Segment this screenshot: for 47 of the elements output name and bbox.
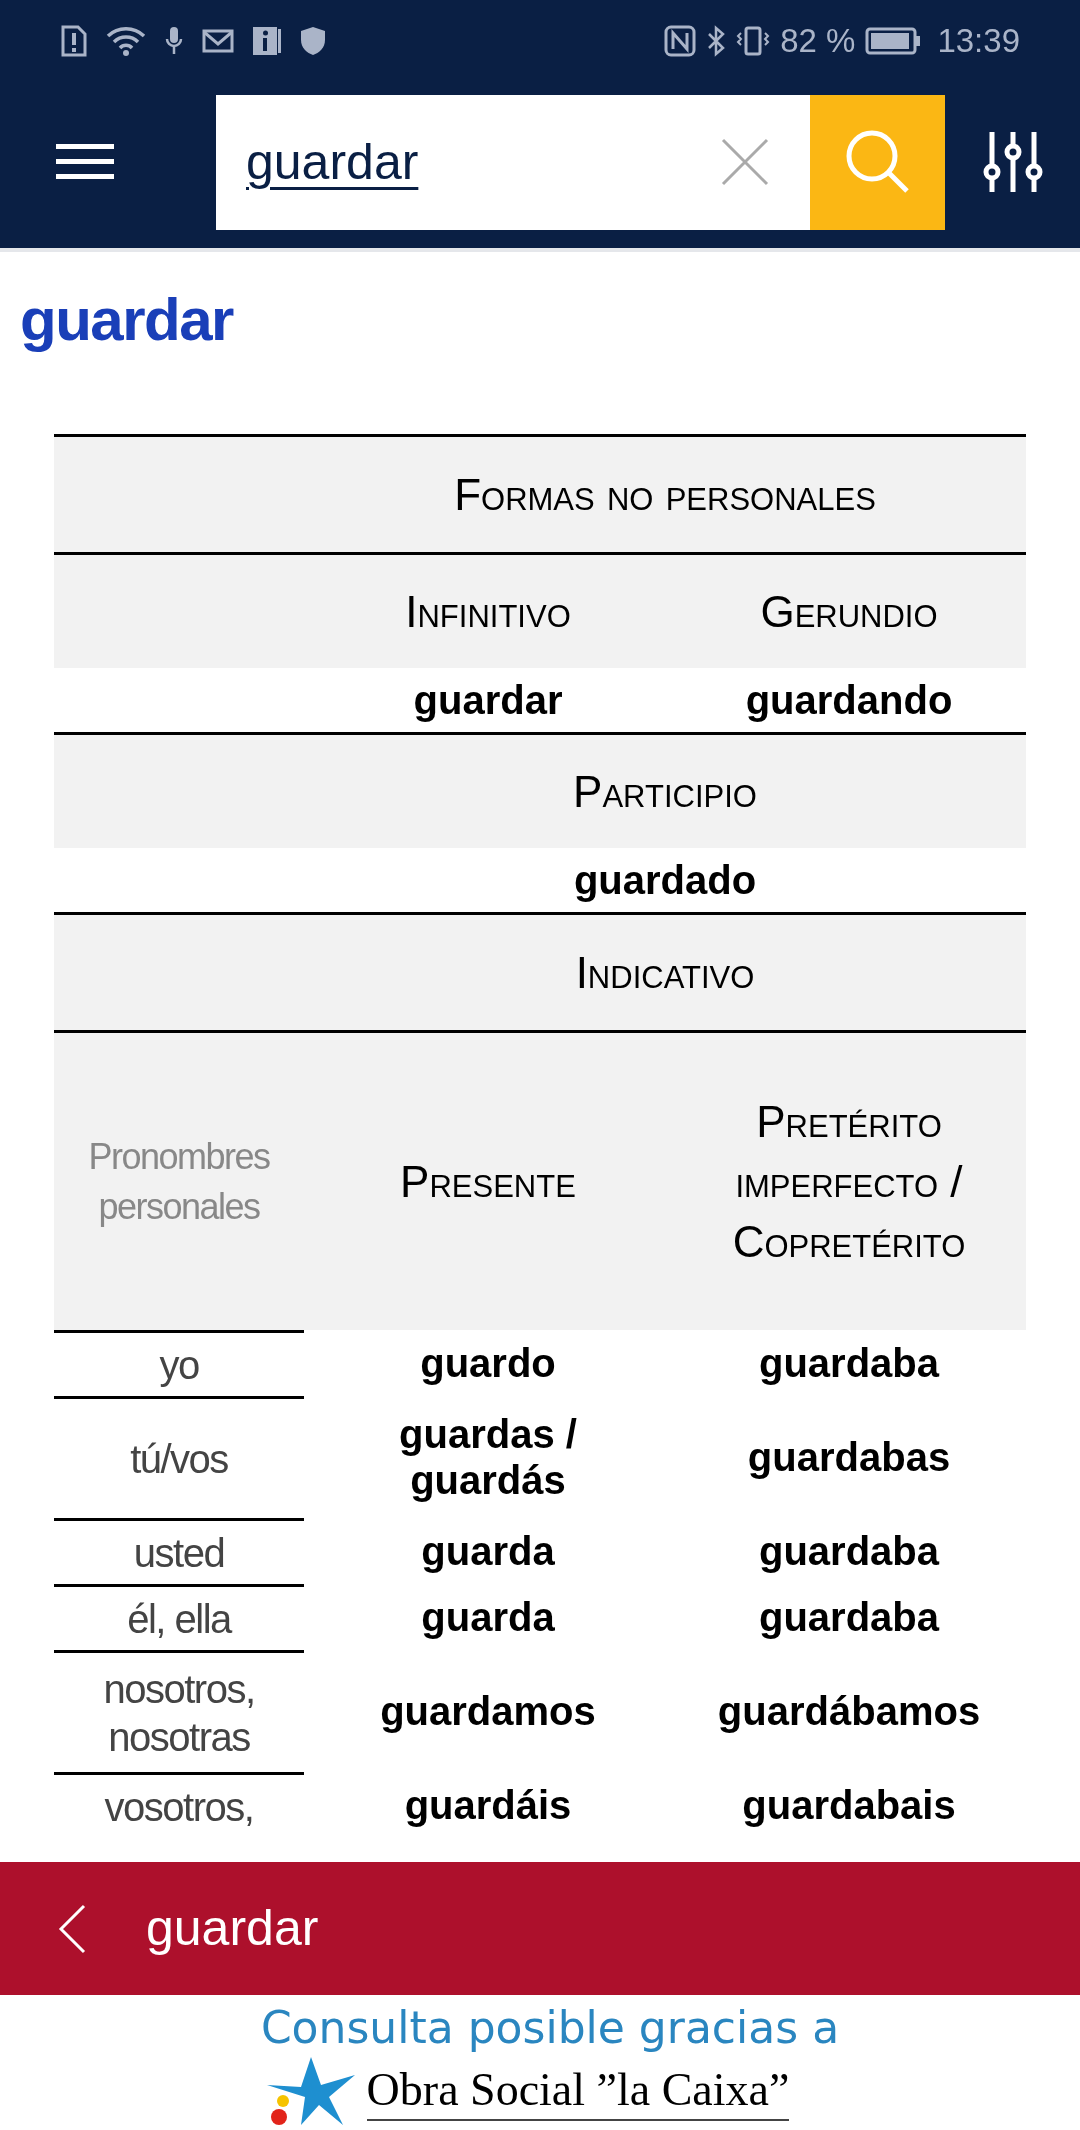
verb-form: guardado <box>573 857 757 903</box>
nfc-icon <box>664 25 697 57</box>
column-heading: Participio <box>573 765 757 818</box>
microphone-icon <box>164 25 184 57</box>
verb-form: guardábamos <box>717 1688 981 1734</box>
verb-form: guardabais <box>742 1782 956 1828</box>
verb-form: guardaba <box>758 1528 939 1574</box>
verb-form: guarda <box>421 1528 555 1574</box>
entry-title: guardar <box>20 285 233 355</box>
pronoun: nosotros, nosotras <box>102 1665 256 1761</box>
mail-icon <box>202 28 234 54</box>
pronoun: usted <box>132 1529 226 1577</box>
verb-form: guardaba <box>758 1594 939 1640</box>
verb-form: guardaba <box>758 1340 939 1386</box>
pronoun: vosotros, <box>103 1783 255 1831</box>
bluetooth-icon <box>706 25 727 57</box>
info-icon <box>252 25 282 57</box>
column-heading: Pronombres personales <box>87 1134 271 1229</box>
column-heading: Presente <box>400 1155 576 1208</box>
battery-icon <box>865 27 922 55</box>
column-heading: Pretérito imperfecto / Copretérito <box>731 1095 967 1268</box>
verb-form: guardando <box>745 677 953 723</box>
verb-form: guardabas <box>747 1434 951 1480</box>
pronoun: yo <box>158 1341 200 1389</box>
sim-alert-icon <box>60 24 88 58</box>
verb-form: guardar <box>413 677 563 723</box>
shield-icon <box>300 26 326 56</box>
sponsor-caption: Consulta posible gracias a <box>260 2001 840 2055</box>
section-heading: Indicativo <box>575 946 755 999</box>
verb-form: guardamos <box>380 1688 596 1734</box>
search-field[interactable]: guardar <box>216 94 810 230</box>
clock: 13:39 <box>937 21 1020 62</box>
verb-form: guardo <box>420 1340 556 1386</box>
pronoun: tú/vos <box>129 1435 229 1483</box>
column-heading: Infinitivo <box>405 585 571 638</box>
verb-form: guardas / guardás <box>398 1411 578 1503</box>
verb-form: guardáis <box>404 1782 572 1828</box>
battery-percentage: 82 % <box>780 21 856 62</box>
vibrate-icon <box>736 25 771 57</box>
current-word: guardar <box>146 1899 319 1958</box>
section-heading: Formas no personales <box>454 468 876 521</box>
pronoun: él, ella <box>126 1595 233 1643</box>
column-heading: Gerundio <box>760 585 938 638</box>
back-icon[interactable] <box>58 1903 86 1954</box>
wifi-icon <box>106 25 146 57</box>
verb-form: guarda <box>421 1594 555 1640</box>
sponsor-name: Obra Social ”la Caixa” <box>366 2061 790 2121</box>
